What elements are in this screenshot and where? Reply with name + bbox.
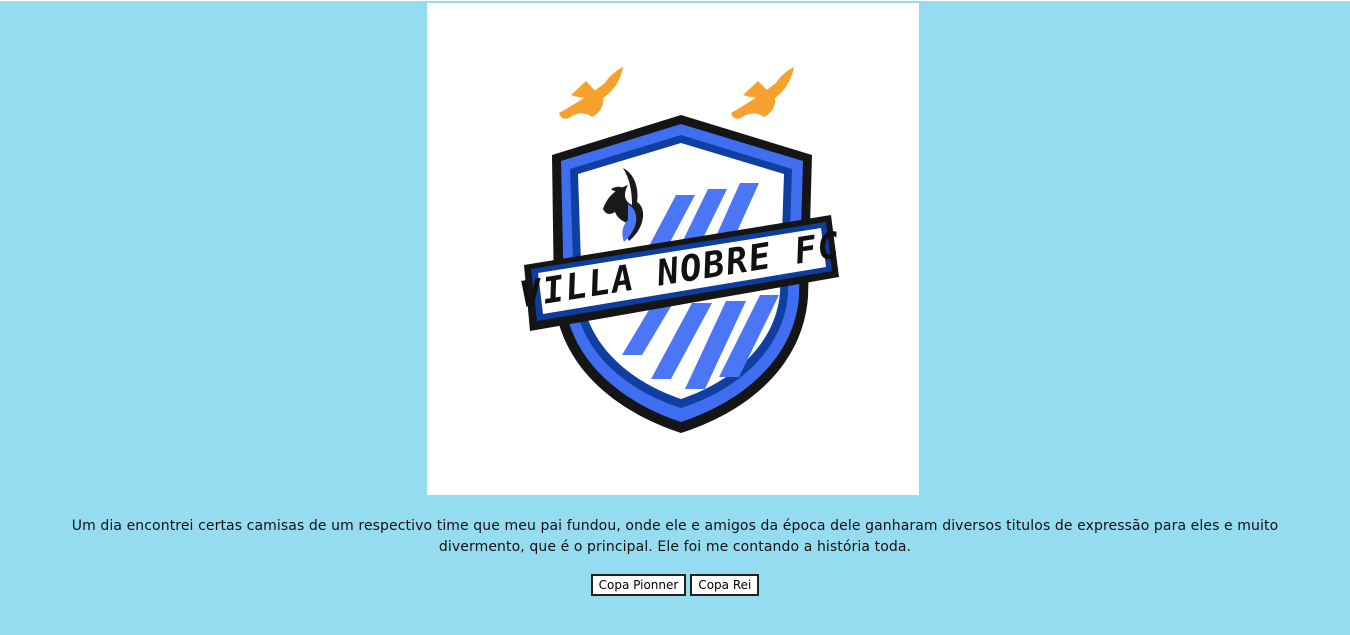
- bird-right-icon: [731, 67, 794, 119]
- team-logo: VILLA NOBRE FC: [427, 3, 919, 495]
- team-crest-icon: VILLA NOBRE FC: [517, 67, 844, 433]
- copa-rei-button[interactable]: Copa Rei: [690, 574, 760, 596]
- tournament-buttons: Copa Pionner Copa Rei: [0, 574, 1350, 596]
- story-paragraph: Um dia encontrei certas camisas de um re…: [71, 518, 1279, 555]
- page: VILLA NOBRE FC Um dia encontrei certas c…: [0, 0, 1350, 635]
- copa-pionner-button[interactable]: Copa Pionner: [590, 574, 687, 596]
- bird-left-icon: [559, 67, 623, 119]
